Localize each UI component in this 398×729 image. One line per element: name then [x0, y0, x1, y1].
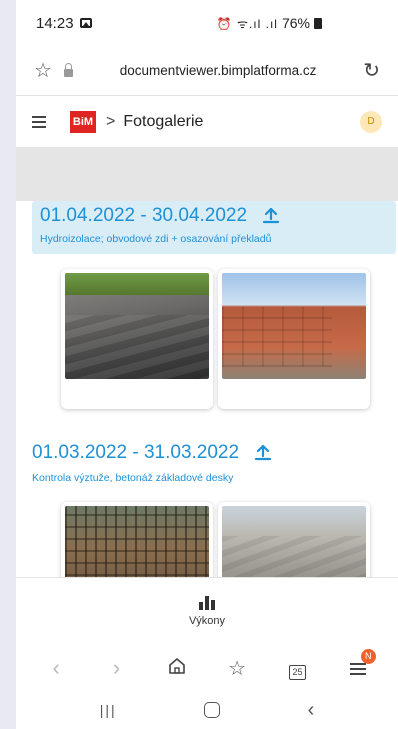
section-description: Kontrola výztuže, betonáž základové desk…	[32, 472, 234, 484]
section-header-march: 01.03.2022 - 31.03.2022 Kontrola výztuže…	[32, 442, 396, 490]
system-navigation-bar: ||| ‹	[16, 691, 398, 729]
upload-icon[interactable]	[261, 206, 281, 226]
photo-thumbnail[interactable]	[222, 273, 366, 379]
section-header-april: 01.04.2022 - 30.04.2022 Hydroizolace; ob…	[32, 201, 396, 254]
browser-url-bar[interactable]: ☆ documentviewer.bimplatforma.cz ↻	[16, 46, 398, 96]
section-title: 01.03.2022 - 31.03.2022	[32, 442, 396, 464]
back-arrow-icon[interactable]: ‹	[36, 655, 76, 681]
photo-card-membrane[interactable]	[61, 269, 213, 409]
gray-banner	[16, 148, 398, 201]
app-header: BiM > Fotogalerie D	[16, 96, 398, 148]
section-description: Hydroizolace; obvodové zdi + osazování p…	[40, 233, 272, 245]
reload-icon[interactable]: ↻	[363, 58, 380, 83]
status-time: 14:23	[36, 14, 74, 32]
browser-toolbar: ‹ › ☆ 25 N	[16, 645, 398, 691]
bookmark-star-icon[interactable]: ☆	[34, 58, 52, 83]
bookmarks-star-icon[interactable]: ☆	[217, 656, 257, 681]
system-home-icon[interactable]	[204, 702, 221, 718]
user-avatar[interactable]: D	[360, 110, 382, 133]
section-date-range: 01.03.2022 - 31.03.2022	[32, 442, 240, 463]
phone-screen: 14:23 ⏰ ᯤ.ıl .ıl 76% ☆ documentviewer.bi…	[16, 0, 398, 729]
app-bottom-nav: Výkony	[16, 577, 398, 645]
battery-percent: 76%	[281, 15, 310, 31]
tabs-count: 25	[288, 665, 306, 680]
lock-icon[interactable]	[63, 62, 73, 77]
status-time-group: 14:23	[36, 15, 92, 32]
photo-thumbnail[interactable]	[65, 273, 209, 379]
photo-card-brick-wall[interactable]	[218, 269, 370, 409]
page-title: Fotogalerie	[123, 112, 204, 130]
status-indicators: ⏰ ᯤ.ıl .ıl 76%	[217, 15, 322, 32]
vykony-nav-label[interactable]: Výkony	[189, 615, 225, 627]
bim-logo[interactable]: BiM	[70, 110, 96, 133]
hamburger-menu-icon[interactable]	[32, 116, 46, 128]
home-icon[interactable]	[157, 655, 197, 681]
forward-arrow-icon[interactable]: ›	[96, 655, 136, 681]
section-date-range: 01.04.2022 - 30.04.2022	[40, 205, 248, 226]
notification-badge: N	[360, 649, 376, 664]
bar-chart-icon[interactable]	[199, 596, 215, 610]
status-bar: 14:23 ⏰ ᯤ.ıl .ıl 76%	[16, 0, 398, 46]
system-back-icon[interactable]: ‹	[308, 699, 315, 722]
upload-icon[interactable]	[253, 443, 273, 463]
tabs-icon[interactable]: 25	[277, 655, 317, 681]
breadcrumb-separator: >	[106, 112, 116, 130]
url-text[interactable]: documentviewer.bimplatforma.cz	[73, 63, 363, 78]
signal-icons: ⏰ ᯤ.ıl .ıl	[216, 16, 278, 31]
battery-icon	[314, 17, 322, 29]
gallery-notification-icon	[79, 18, 92, 28]
section-title: 01.04.2022 - 30.04.2022	[40, 205, 388, 227]
recent-apps-icon[interactable]: |||	[100, 702, 117, 718]
browser-menu-icon[interactable]: N	[338, 649, 378, 681]
